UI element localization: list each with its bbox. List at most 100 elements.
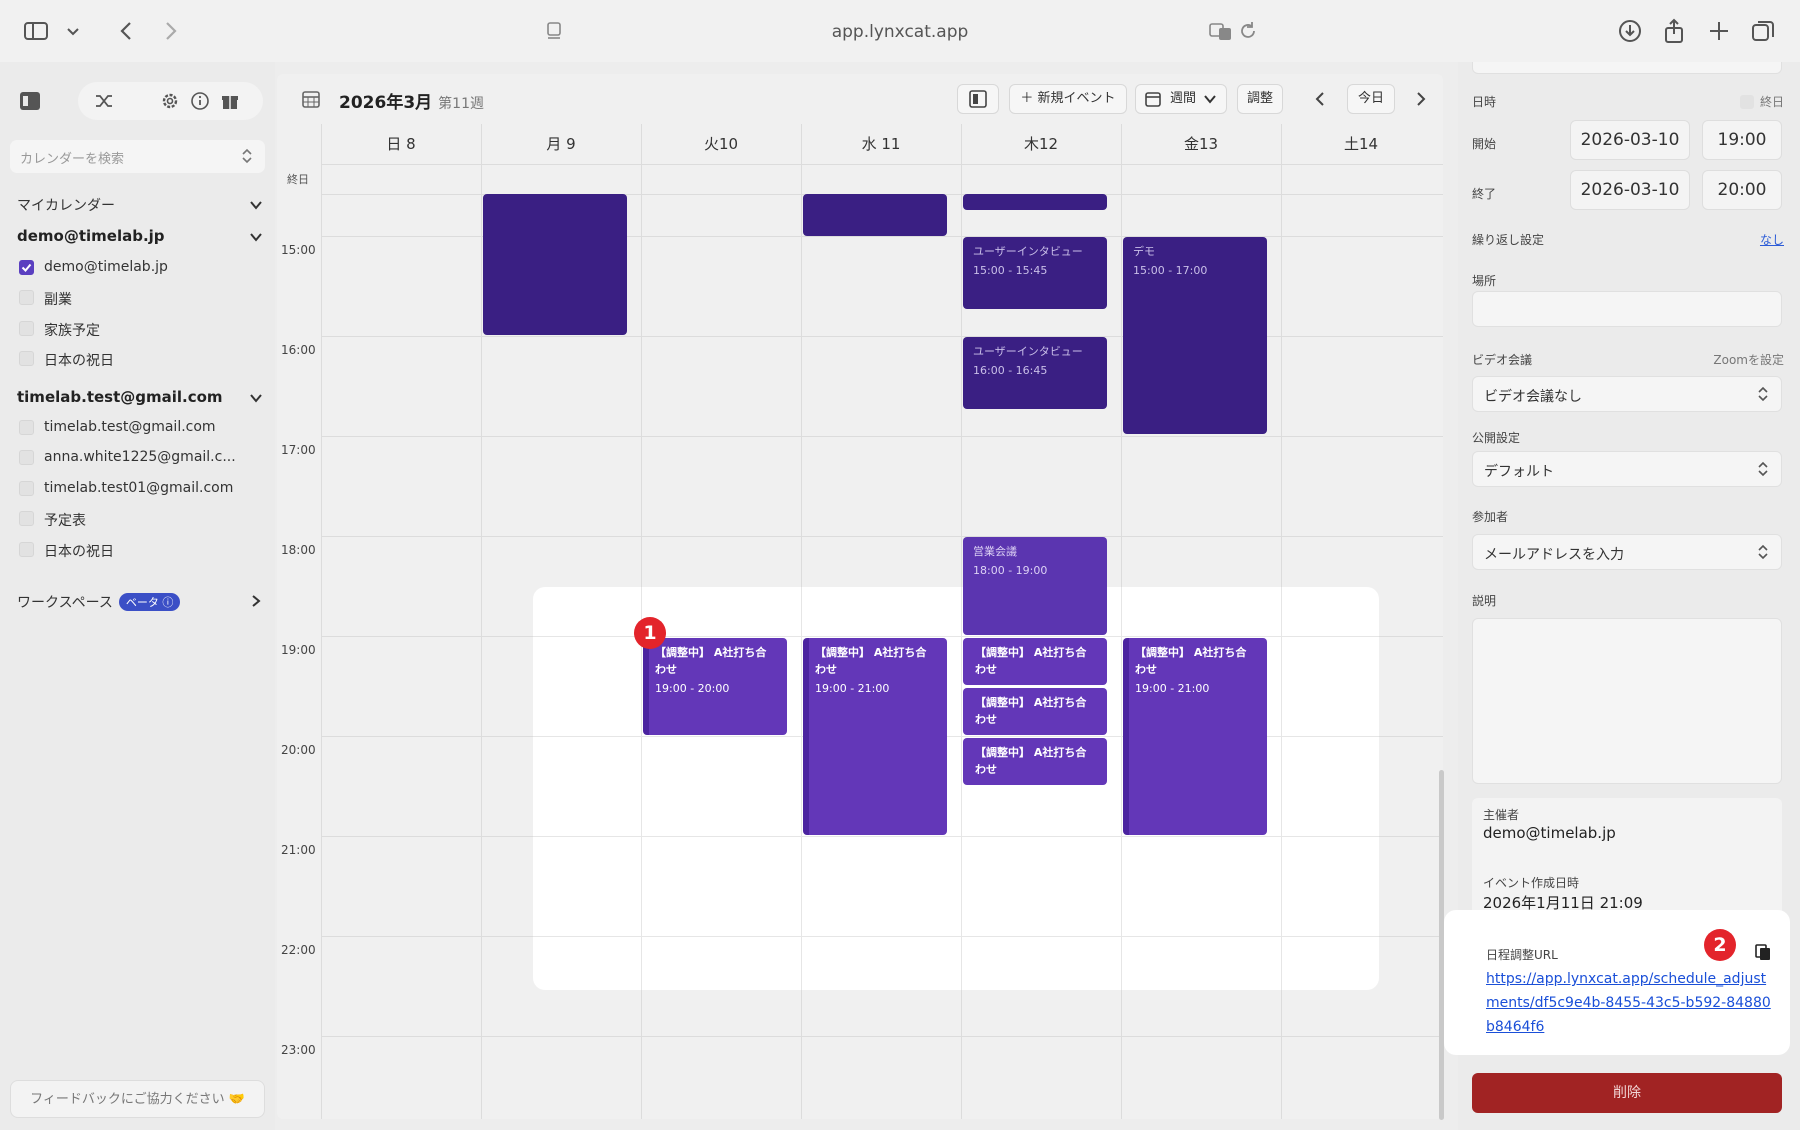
- info-icon[interactable]: [190, 91, 210, 111]
- checkbox[interactable]: [19, 260, 34, 275]
- calendar-event[interactable]: 営業会議 18:00 - 19:00: [963, 537, 1107, 635]
- attendees-input[interactable]: メールアドレスを入力: [1472, 534, 1782, 570]
- copy-icon[interactable]: [1754, 943, 1772, 961]
- view-select[interactable]: 週間: [1135, 84, 1227, 114]
- account-email[interactable]: demo@timelab.jp: [17, 227, 165, 245]
- day-header[interactable]: 火10: [641, 124, 801, 164]
- title-field[interactable]: [1472, 62, 1782, 74]
- adjusting-event[interactable]: 【調整中】 A社打ち合わせ 19:00 - 21:00: [1123, 638, 1267, 835]
- share-icon[interactable]: [1661, 18, 1687, 44]
- video-select[interactable]: ビデオ会議なし: [1472, 376, 1782, 412]
- end-time-input[interactable]: 20:00: [1702, 170, 1782, 210]
- today-button[interactable]: 今日: [1347, 84, 1395, 114]
- chevron-down-icon[interactable]: [249, 198, 263, 212]
- allday-toggle[interactable]: 終日: [1739, 93, 1784, 110]
- event-time: 19:00 - 21:00: [815, 682, 890, 695]
- calendar-label: anna.white1225@gmail.c...: [44, 449, 236, 465]
- translate-icon[interactable]: [1208, 18, 1234, 44]
- grid-line: [321, 336, 1443, 337]
- download-icon[interactable]: [1617, 18, 1643, 44]
- zoom-setup-link[interactable]: Zoomを設定: [1713, 351, 1784, 368]
- day-header[interactable]: 月 9: [481, 124, 641, 164]
- day-header[interactable]: 木12: [961, 124, 1121, 164]
- start-date-input[interactable]: 2026-03-10: [1570, 120, 1690, 160]
- calendar-event[interactable]: [483, 194, 627, 335]
- calendar-event[interactable]: ユーザーインタビュー 16:00 - 16:45: [963, 337, 1107, 409]
- adjusting-event[interactable]: 【調整中】 A社打ち合わせ 19:00 - 21:00: [803, 638, 947, 835]
- url-text[interactable]: app.lynxcat.app: [0, 22, 1800, 42]
- calendar-event[interactable]: ユーザーインタビュー 15:00 - 15:45: [963, 237, 1107, 309]
- schedule-url-link[interactable]: https://app.lynxcat.app/schedule_adjustm…: [1486, 967, 1776, 1039]
- checkbox[interactable]: [1739, 95, 1754, 109]
- workspace-section[interactable]: ワークスペース ベータ ⓘ: [17, 592, 181, 612]
- account-email[interactable]: timelab.test@gmail.com: [17, 388, 223, 406]
- delete-button[interactable]: 削除: [1472, 1073, 1782, 1113]
- event-title: 【調整中】 A社打ち合わせ: [975, 646, 1087, 676]
- shuffle-icon[interactable]: [94, 92, 114, 110]
- checkbox[interactable]: [19, 511, 34, 526]
- day-header[interactable]: 金13: [1121, 124, 1281, 164]
- start-time-input[interactable]: 19:00: [1702, 120, 1782, 160]
- calendar-event[interactable]: [963, 194, 1107, 210]
- adjusting-event[interactable]: 【調整中】 A社打ち合わせ: [963, 638, 1107, 685]
- next-week-icon[interactable]: [1412, 90, 1430, 108]
- my-calendars-heading[interactable]: マイカレンダー: [17, 195, 115, 215]
- grid-line: [533, 936, 1379, 937]
- checkbox[interactable]: [19, 450, 34, 465]
- browser-toolbar: app.lynxcat.app: [0, 0, 1800, 62]
- step-badge-2: 2: [1704, 929, 1736, 961]
- repeat-label: 繰り返し設定: [1472, 233, 1545, 247]
- description-textarea[interactable]: [1472, 618, 1782, 784]
- calendar-event[interactable]: [803, 194, 947, 236]
- event-title: 【調整中】 A社打ち合わせ: [815, 646, 927, 676]
- adjust-button[interactable]: 調整: [1237, 84, 1283, 114]
- checkbox[interactable]: [19, 290, 34, 305]
- layout-toggle-button[interactable]: [957, 84, 999, 114]
- location-input[interactable]: [1472, 291, 1782, 327]
- collapse-sidebar-icon[interactable]: [19, 90, 41, 112]
- hour-label: 20:00: [281, 743, 316, 757]
- day-header[interactable]: 日 8: [321, 124, 481, 164]
- checkbox[interactable]: [19, 321, 34, 336]
- adjusting-event[interactable]: 【調整中】 A社打ち合わせ: [963, 738, 1107, 785]
- checkbox[interactable]: [19, 481, 34, 496]
- chevron-down-icon: [1203, 92, 1217, 106]
- day-header[interactable]: 土14: [1281, 124, 1441, 164]
- event-time: 16:00 - 16:45: [973, 364, 1048, 377]
- adjusting-event[interactable]: 【調整中】 A社打ち合わせ: [963, 688, 1107, 735]
- feedback-button[interactable]: フィードバックにご協力ください 🤝: [10, 1080, 265, 1118]
- end-date-input[interactable]: 2026-03-10: [1570, 170, 1690, 210]
- checkbox[interactable]: [19, 420, 34, 435]
- calendar-search-input[interactable]: カレンダーを検索: [10, 140, 265, 173]
- visibility-select[interactable]: デフォルト: [1472, 451, 1782, 487]
- grid-line: [1281, 587, 1282, 990]
- schedule-url-label: 日程調整URL: [1486, 948, 1558, 962]
- adjusting-event[interactable]: 【調整中】 A社打ち合わせ 19:00 - 20:00: [643, 638, 787, 735]
- view-label: 週間: [1170, 91, 1197, 106]
- beta-label: ベータ: [125, 596, 159, 609]
- calendar-label: 予定表: [44, 513, 86, 529]
- hour-label: 22:00: [281, 943, 316, 957]
- gift-icon[interactable]: [220, 91, 240, 111]
- gear-icon[interactable]: [160, 91, 180, 111]
- day-header[interactable]: 水 11: [801, 124, 961, 164]
- checkbox[interactable]: [19, 542, 34, 557]
- chevron-down-icon[interactable]: [249, 230, 263, 244]
- updown-icon: [1757, 544, 1769, 560]
- hour-label: 23:00: [281, 1043, 316, 1057]
- chevron-down-icon[interactable]: [249, 391, 263, 405]
- end-label: 終了: [1472, 187, 1497, 201]
- prev-week-icon[interactable]: [1311, 90, 1329, 108]
- sort-updown-icon: [241, 148, 253, 164]
- tabs-overview-icon[interactable]: [1750, 18, 1776, 44]
- location-label: 場所: [1472, 274, 1497, 288]
- chevron-right-icon[interactable]: [249, 594, 263, 608]
- calendar-icon: [1145, 91, 1161, 107]
- grid-line: [533, 836, 1379, 837]
- new-tab-icon[interactable]: [1706, 18, 1732, 44]
- new-event-button[interactable]: ＋ 新規イベント: [1009, 84, 1127, 114]
- checkbox[interactable]: [19, 351, 34, 366]
- reload-icon[interactable]: [1235, 18, 1261, 44]
- calendar-event[interactable]: デモ 15:00 - 17:00: [1123, 237, 1267, 434]
- repeat-value-link[interactable]: なし: [1760, 231, 1784, 248]
